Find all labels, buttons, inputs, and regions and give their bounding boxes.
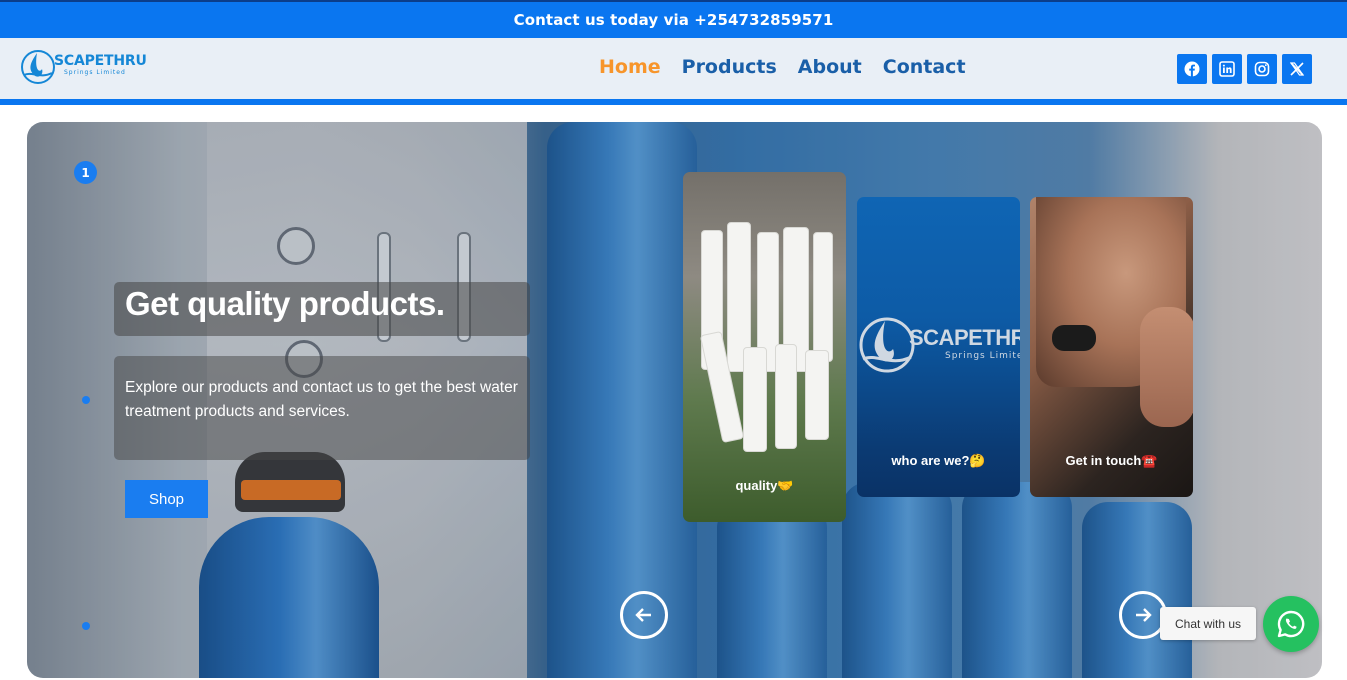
hero-headline: Get quality products. [125,285,445,322]
card-label: Get in touch☎️ [1065,453,1158,468]
main-nav: Home Products About Contact [599,56,966,78]
social-links [1177,54,1312,84]
slider-prev-button[interactable] [620,591,668,639]
card-brand-tagline: Springs Limited [945,351,1020,361]
instagram-button[interactable] [1247,54,1277,84]
slide-card-contact[interactable]: Get in touch☎️ [1030,197,1193,497]
navbar: SCAPETHRU Springs Limited Home Products … [0,38,1347,99]
slide-indicator-active[interactable]: 1 [74,161,97,184]
linkedin-icon [1219,61,1235,77]
x-icon [1289,62,1305,76]
card-label: who are we?🤔 [891,453,986,468]
filter-cartridge [743,347,767,452]
brand-tagline: Springs Limited [64,69,126,76]
brand-logo[interactable]: SCAPETHRU Springs Limited [20,43,147,87]
nav-products[interactable]: Products [682,56,777,78]
arrow-left-icon [635,608,651,622]
instagram-icon [1254,61,1270,77]
nav-contact[interactable]: Contact [883,56,966,78]
whatsapp-icon [1277,610,1305,638]
slide-card-about[interactable]: SCAPETHRU Springs Limited who are we?🤔 [857,197,1020,497]
slide-card-quality[interactable]: quality🤝 [683,172,846,522]
headset-mic [1052,325,1096,351]
brand-drop-icon [859,317,915,373]
nav-about[interactable]: About [798,56,862,78]
nav-divider [0,99,1347,105]
brand-name: SCAPETHRU [54,53,147,69]
facebook-icon [1184,61,1200,77]
facebook-button[interactable] [1177,54,1207,84]
whatsapp-button[interactable] [1263,596,1319,652]
slide-indicator[interactable] [82,396,90,404]
x-button[interactable] [1282,54,1312,84]
hero-slider: 1 Get quality products. Explore our prod… [27,122,1322,678]
card-label: quality🤝 [735,478,794,493]
linkedin-button[interactable] [1212,54,1242,84]
hero-subtext: Explore our products and contact us to g… [125,379,518,420]
filter-cartridge [775,344,797,449]
hand-photo [1140,307,1193,427]
contact-text: Contact us today via +254732859571 [513,11,834,29]
filter-cartridge [805,350,829,440]
chat-with-us-label[interactable]: Chat with us [1160,607,1256,640]
nav-home[interactable]: Home [599,56,661,78]
shop-button[interactable]: Shop [125,480,208,518]
slide-indicator[interactable] [82,622,90,630]
arrow-right-icon [1136,608,1152,622]
card-brand-name: SCAPETHRU [909,325,1020,350]
top-contact-bar: Contact us today via +254732859571 [0,0,1347,38]
filter-cartridge [813,232,833,362]
water-drop-logo-icon [21,50,55,84]
